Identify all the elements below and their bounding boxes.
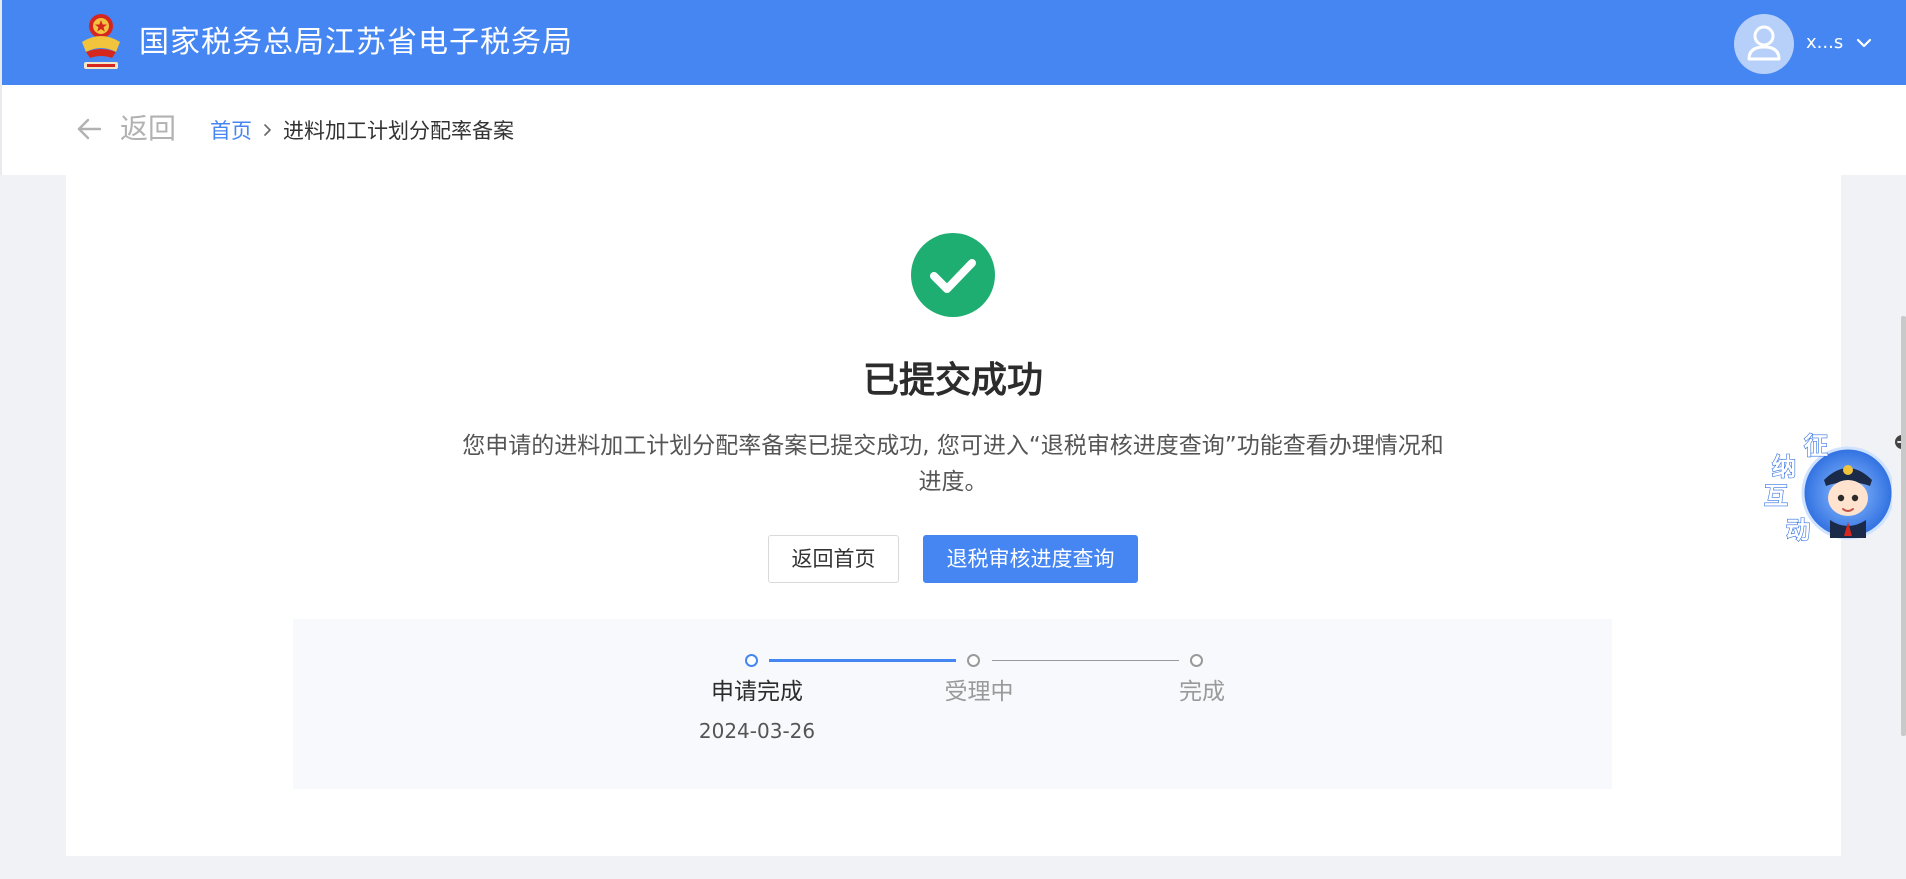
user-name[interactable]: x...s [1806,31,1843,55]
return-home-button[interactable]: 返回首页 [768,535,899,583]
step-label-1: 申请完成 [711,679,803,705]
widget-char-3: 互 [1764,482,1788,510]
back-link[interactable]: 返回 [120,111,176,147]
breadcrumb-bar: 返回 首页 进料加工计划分配率备案 [0,85,1906,175]
step-connector-pending [992,660,1179,661]
breadcrumb-home-link[interactable]: 首页 [210,117,252,145]
progress-query-button[interactable]: 退税审核进度查询 [923,535,1138,583]
step-date-1: 2024-03-26 [698,719,816,743]
step-label-3: 完成 [1179,679,1225,705]
user-avatar-icon [1747,25,1781,61]
top-header: 国家税务总局江苏省电子税务局 x...s [0,0,1906,85]
result-description: 您申请的进料加工计划分配率备案已提交成功, 您可进入“退税审核进度查询”功能查看… [462,433,1444,495]
step-label-2: 受理中 [944,679,1014,705]
result-title: 已提交成功 [862,360,1043,401]
page-bottom-gap [0,856,1906,879]
arrow-left-icon[interactable] [76,118,102,140]
site-title: 国家税务总局江苏省电子税务局 [139,25,573,60]
widget-char-4: 动 [1786,516,1810,544]
step-dot-3 [1190,654,1203,667]
user-avatar[interactable] [1734,14,1794,74]
assistant-mascot-icon[interactable]: 征 纳 互 动 [1760,428,1892,554]
breadcrumb-current: 进料加工计划分配率备案 [283,119,514,143]
check-circle-icon [911,233,995,317]
step-connector-done [769,659,956,662]
step-dot-1 [745,654,758,667]
tax-emblem-icon[interactable] [76,12,126,74]
step-dot-2 [967,654,980,667]
chevron-down-icon[interactable] [1856,36,1872,50]
widget-char-1: 征 [1804,432,1828,460]
widget-char-2: 纳 [1772,453,1796,481]
chevron-right-icon [264,124,271,136]
page-scrollbar[interactable] [1901,316,1906,736]
